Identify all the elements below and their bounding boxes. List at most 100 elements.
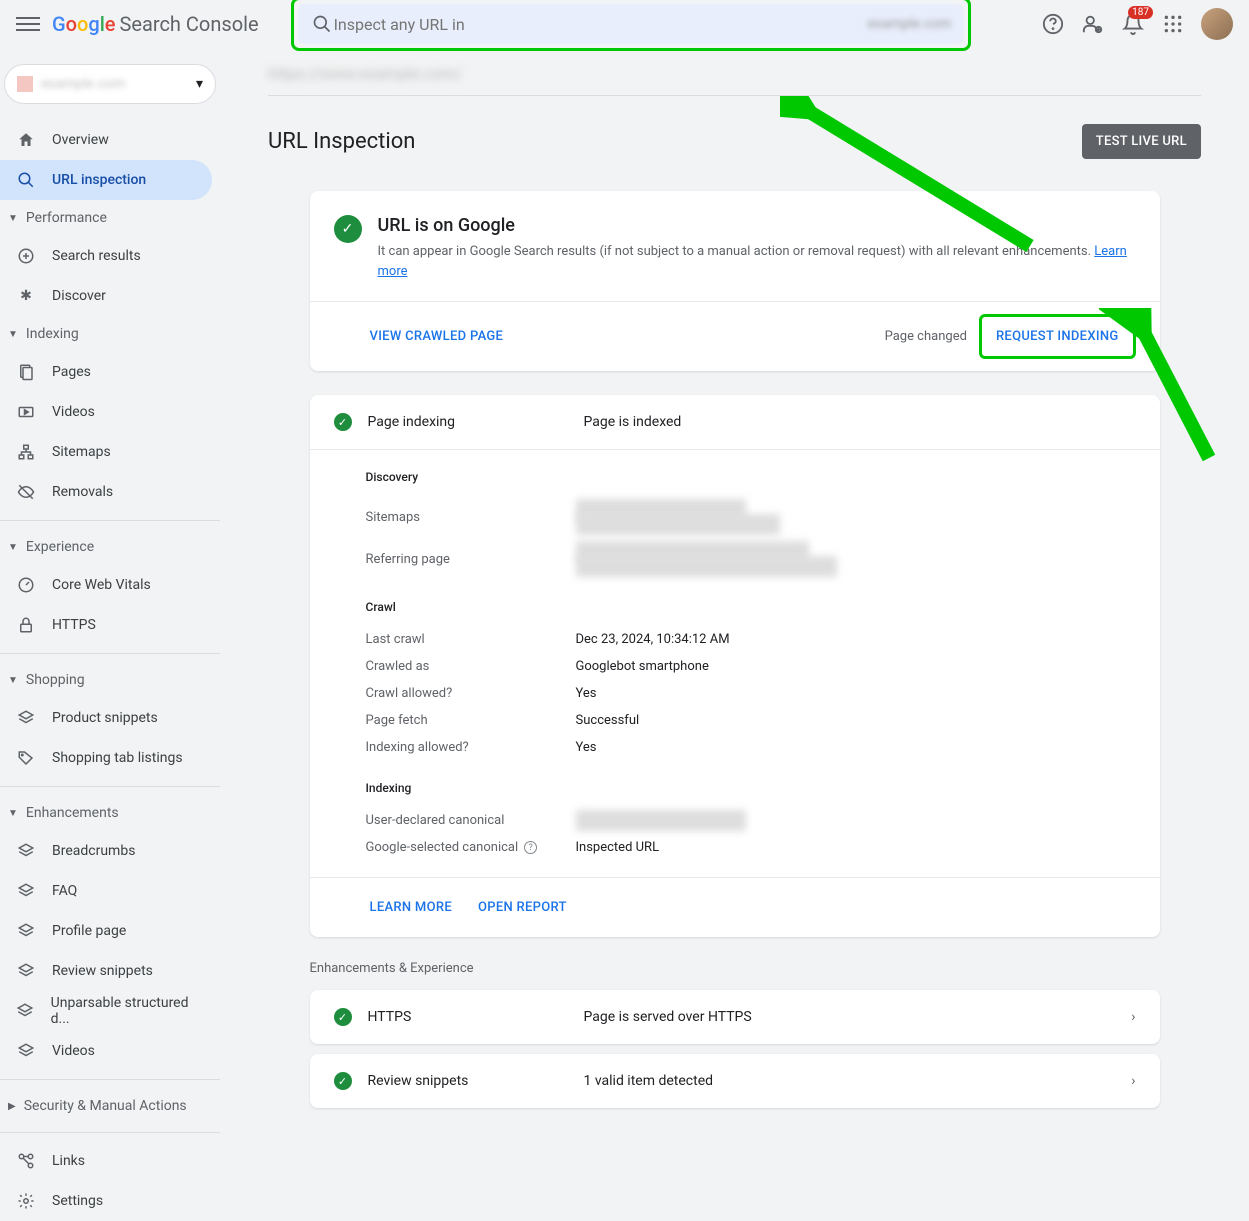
nav-security-section[interactable]: ▶Security & Manual Actions <box>0 1088 220 1124</box>
nav-enhancements-section[interactable]: ▼Enhancements <box>0 795 220 831</box>
user-canonical-value: redacted <box>576 810 747 831</box>
nav-shopping-tab[interactable]: Shopping tab listings <box>0 738 212 778</box>
apps-icon[interactable] <box>1161 12 1185 36</box>
page-indexing-label: Page indexing <box>368 414 568 430</box>
chevron-down-icon: ▼ <box>8 542 18 553</box>
layers-icon <box>16 881 36 901</box>
request-indexing-button[interactable]: REQUEST INDEXING <box>992 321 1123 352</box>
layers-icon <box>16 921 36 941</box>
test-live-url-button[interactable]: TEST LIVE URL <box>1082 124 1201 159</box>
crawl-allowed-label: Crawl allowed? <box>366 686 576 701</box>
nav-experience-section[interactable]: ▼Experience <box>0 529 220 565</box>
last-crawl-label: Last crawl <box>366 632 576 647</box>
layers-icon <box>16 961 36 981</box>
check-icon: ✓ <box>334 1008 352 1026</box>
chevron-right-icon: ▶ <box>8 1101 16 1112</box>
property-selector[interactable]: example.com ▾ <box>4 64 216 104</box>
nav-shopping-section[interactable]: ▼Shopping <box>0 662 220 698</box>
status-card: ✓ URL is on Google It can appear in Goog… <box>310 191 1160 371</box>
crawl-heading: Crawl <box>366 600 1136 614</box>
video-icon <box>16 402 36 422</box>
nav-sitemaps[interactable]: Sitemaps <box>0 432 212 472</box>
learn-more-button[interactable]: LEARN MORE <box>366 892 456 923</box>
nav-indexing-section[interactable]: ▼Indexing <box>0 316 220 352</box>
chevron-right-icon: › <box>1131 1009 1135 1025</box>
open-report-button[interactable]: OPEN REPORT <box>474 892 571 923</box>
indexing-allowed-value: Yes <box>576 740 597 755</box>
chevron-down-icon: ▼ <box>8 808 18 819</box>
logo[interactable]: Google Search Console <box>52 12 259 36</box>
layers-icon <box>16 1001 35 1021</box>
https-value: Page is served over HTTPS <box>584 1009 1116 1025</box>
chevron-right-icon: › <box>1131 1073 1135 1089</box>
crawled-as-label: Crawled as <box>366 659 576 674</box>
menu-button[interactable] <box>16 12 40 36</box>
search-input[interactable] <box>334 15 868 34</box>
crawl-allowed-value: Yes <box>576 686 597 701</box>
enhancements-heading: Enhancements & Experience <box>310 961 1160 976</box>
nav-removals[interactable]: Removals <box>0 472 212 512</box>
nav-overview[interactable]: Overview <box>0 120 212 160</box>
status-description: It can appear in Google Search results (… <box>378 242 1136 281</box>
layers-icon <box>16 1041 36 1061</box>
nav-performance-section[interactable]: ▼Performance <box>0 200 220 236</box>
page-changed-label: Page changed <box>885 329 967 344</box>
check-icon: ✓ <box>334 413 352 431</box>
notification-badge: 187 <box>1128 6 1153 19</box>
account-avatar[interactable] <box>1201 8 1233 40</box>
sidebar: example.com ▾ Overview URL inspection ▼P… <box>0 48 220 1221</box>
notifications-icon[interactable]: 187 <box>1121 12 1145 36</box>
page-indexing-value: Page is indexed <box>584 414 682 430</box>
nav-url-inspection[interactable]: URL inspection <box>0 160 212 200</box>
sitemap-icon <box>16 442 36 462</box>
page-fetch-label: Page fetch <box>366 713 576 728</box>
review-snippets-label: Review snippets <box>368 1073 568 1089</box>
inspected-url: https://www.example.com/ <box>268 64 1201 83</box>
review-snippets-card[interactable]: ✓ Review snippets 1 valid item detected … <box>310 1054 1160 1108</box>
removals-icon <box>16 482 36 502</box>
chevron-down-icon: ▾ <box>196 76 203 92</box>
gear-icon <box>16 1191 36 1211</box>
https-card[interactable]: ✓ HTTPS Page is served over HTTPS › <box>310 990 1160 1044</box>
nav-videos[interactable]: Videos <box>0 392 212 432</box>
layers-icon <box>16 841 36 861</box>
nav-cwv[interactable]: Core Web Vitals <box>0 565 212 605</box>
indexing-allowed-label: Indexing allowed? <box>366 740 576 755</box>
nav-settings[interactable]: Settings <box>0 1181 212 1221</box>
links-icon <box>16 1151 36 1171</box>
nav-review-snippets[interactable]: Review snippets <box>0 951 212 991</box>
nav-faq[interactable]: FAQ <box>0 871 212 911</box>
nav-product-snippets[interactable]: Product snippets <box>0 698 212 738</box>
view-crawled-page-button[interactable]: VIEW CRAWLED PAGE <box>366 321 508 352</box>
chevron-down-icon: ▼ <box>8 213 18 224</box>
help-icon[interactable] <box>1041 12 1065 36</box>
nav-https[interactable]: HTTPS <box>0 605 212 645</box>
home-icon <box>16 130 36 150</box>
last-crawl-value: Dec 23, 2024, 10:34:12 AM <box>576 632 730 647</box>
discovery-heading: Discovery <box>366 470 1136 484</box>
sitemaps-label: Sitemaps <box>366 502 576 532</box>
check-icon: ✓ <box>334 215 362 243</box>
nav-profile[interactable]: Profile page <box>0 911 212 951</box>
property-name: example.com <box>41 76 188 92</box>
nav-breadcrumbs[interactable]: Breadcrumbs <box>0 831 212 871</box>
discover-icon: ✱ <box>16 286 36 306</box>
page-title: URL Inspection <box>268 129 415 154</box>
help-icon[interactable]: ? <box>524 841 537 854</box>
nav-unparsable[interactable]: Unparsable structured d... <box>0 991 212 1031</box>
layers-icon <box>16 708 36 728</box>
google-canonical-label: Google-selected canonical? <box>366 840 576 855</box>
lock-icon <box>16 615 36 635</box>
nav-videos2[interactable]: Videos <box>0 1031 212 1071</box>
check-icon: ✓ <box>334 1072 352 1090</box>
nav-search-results[interactable]: Search results <box>0 236 212 276</box>
nav-pages[interactable]: Pages <box>0 352 212 392</box>
status-title: URL is on Google <box>378 215 1136 236</box>
review-snippets-value: 1 valid item detected <box>584 1073 1116 1089</box>
nav-discover[interactable]: ✱Discover <box>0 276 212 316</box>
nav-links[interactable]: Links <box>0 1141 212 1181</box>
search-icon <box>310 12 334 36</box>
people-icon[interactable] <box>1081 12 1105 36</box>
property-favicon <box>17 76 33 92</box>
url-inspection-search[interactable]: example.com <box>298 4 964 44</box>
